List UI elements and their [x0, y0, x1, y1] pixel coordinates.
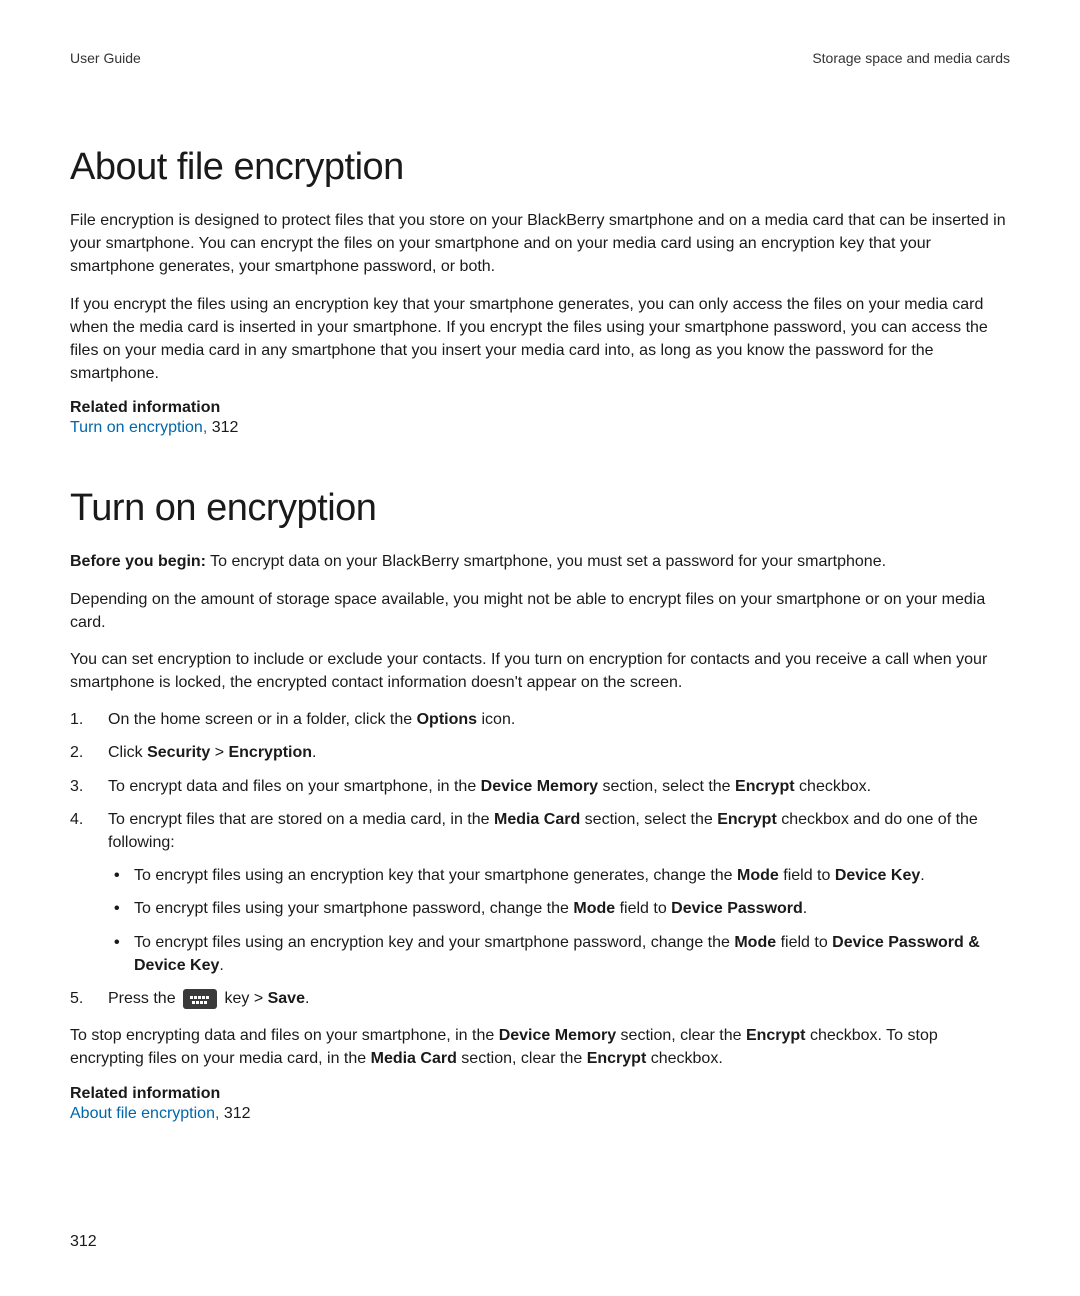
section-about-file-encryption: About file encryption File encryption is…: [70, 146, 1010, 437]
sub-bullets: To encrypt files using an encryption key…: [108, 864, 1010, 977]
heading-turn-on-encryption: Turn on encryption: [70, 487, 1010, 530]
step-1: On the home screen or in a folder, click…: [70, 708, 1010, 731]
blackberry-menu-key-icon: [183, 989, 217, 1009]
related-link-row: About file encryption, 312: [70, 1105, 1010, 1123]
header-left: User Guide: [70, 50, 141, 66]
steps-list: On the home screen or in a folder, click…: [70, 708, 1010, 1010]
step-5: Press the key > Save.: [70, 987, 1010, 1010]
related-link-about-file-encryption[interactable]: About file encryption,: [70, 1105, 219, 1122]
related-link-row: Turn on encryption, 312: [70, 419, 1010, 437]
header-right: Storage space and media cards: [812, 50, 1010, 66]
page-header: User Guide Storage space and media cards: [70, 50, 1010, 66]
before-text: To encrypt data on your BlackBerry smart…: [206, 553, 886, 570]
section-turn-on-encryption: Turn on encryption Before you begin: To …: [70, 487, 1010, 1122]
heading-about-file-encryption: About file encryption: [70, 146, 1010, 189]
related-info-heading: Related information: [70, 1085, 1010, 1103]
page-number: 312: [70, 1233, 97, 1251]
related-link-page: 312: [212, 419, 239, 436]
before-label: Before you begin:: [70, 553, 206, 570]
step-2: Click Security > Encryption.: [70, 741, 1010, 764]
stop-encrypting-paragraph: To stop encrypting data and files on you…: [70, 1024, 1010, 1070]
bullet-device-key: To encrypt files using an encryption key…: [108, 864, 1010, 887]
paragraph: Depending on the amount of storage space…: [70, 588, 1010, 634]
step-3: To encrypt data and files on your smartp…: [70, 775, 1010, 798]
related-info-heading: Related information: [70, 399, 1010, 417]
before-you-begin: Before you begin: To encrypt data on you…: [70, 550, 1010, 573]
paragraph: If you encrypt the files using an encryp…: [70, 293, 1010, 386]
bullet-device-password: To encrypt files using your smartphone p…: [108, 897, 1010, 920]
paragraph: You can set encryption to include or exc…: [70, 648, 1010, 694]
document-page: User Guide Storage space and media cards…: [0, 0, 1080, 1213]
paragraph: File encryption is designed to protect f…: [70, 209, 1010, 279]
bullet-password-and-key: To encrypt files using an encryption key…: [108, 931, 1010, 977]
related-link-page: 312: [224, 1105, 251, 1122]
step-4: To encrypt files that are stored on a me…: [70, 808, 1010, 977]
related-link-turn-on-encryption[interactable]: Turn on encryption,: [70, 419, 207, 436]
